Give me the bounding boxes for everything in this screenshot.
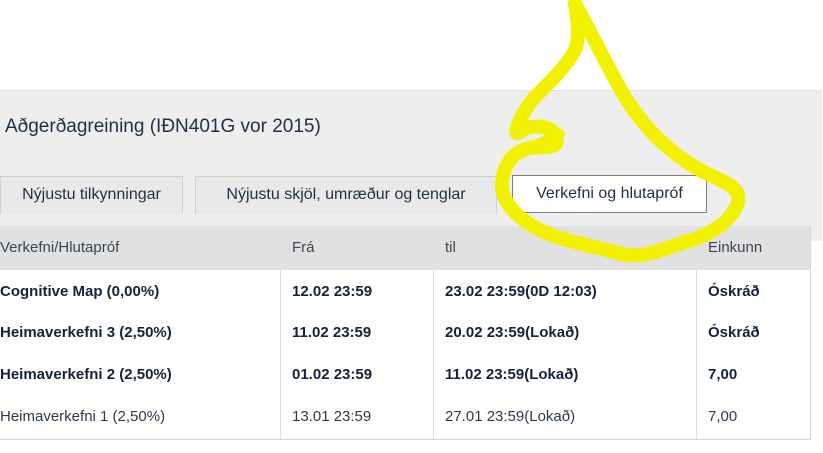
assignment-to: 27.01 23:59(Lokað) [445,408,576,425]
assignment-name[interactable]: Heimaverkefni 1 (2,50%) [0,408,165,425]
page-title: Aðgerðagreining (IÐN401G vor 2015) [5,116,321,137]
table-row[interactable]: Heimaverkefni 3 (2,50%) 11.02 23:59 20.0… [0,312,810,354]
table-row[interactable]: Heimaverkefni 2 (2,50%) 01.02 23:59 11.0… [0,354,810,396]
assignment-from: 11.02 23:59 [292,324,372,341]
column-header-from[interactable]: Frá [292,239,315,256]
assignment-name[interactable]: Heimaverkefni 3 (2,50%) [0,324,172,341]
course-header-panel [0,90,822,241]
assignment-from: 01.02 23:59 [292,366,373,383]
assignment-from: 12.02 23:59 [292,283,373,300]
assignments-table: Verkefni/Hlutapróf Frá til Einkunn Cogni… [0,226,811,440]
column-header-to[interactable]: til [445,239,456,256]
assignment-name[interactable]: Cognitive Map (0,00%) [0,283,159,300]
table-header: Verkefni/Hlutapróf Frá til Einkunn [0,226,810,270]
assignment-grade: 7,00 [708,366,738,383]
tab-latest-announcements[interactable]: Nýjustu tilkynningar [0,176,183,214]
tab-assignments-quizzes[interactable]: Verkefni og hlutapróf [512,175,707,213]
assignment-grade: 7,00 [708,408,738,425]
column-header-grade[interactable]: Einkunn [708,239,762,256]
assignment-grade: Óskráð [708,283,760,300]
table-row[interactable]: Heimaverkefni 1 (2,50%) 13.01 23:59 27.0… [0,396,810,438]
table-row[interactable]: Cognitive Map (0,00%) 12.02 23:59 23.02 … [0,271,810,313]
assignment-from: 13.01 23:59 [292,408,372,425]
assignment-name[interactable]: Heimaverkefni 2 (2,50%) [0,366,172,383]
column-header-assignment[interactable]: Verkefni/Hlutapróf [0,239,119,256]
assignment-to: 11.02 23:59(Lokað) [445,366,579,383]
assignment-grade: Óskráð [708,324,760,341]
assignment-to: 23.02 23:59(0D 12:03) [445,283,597,300]
tab-latest-documents[interactable]: Nýjustu skjöl, umræður og tenglar [195,176,497,214]
assignment-to: 20.02 23:59(Lokað) [445,324,580,341]
